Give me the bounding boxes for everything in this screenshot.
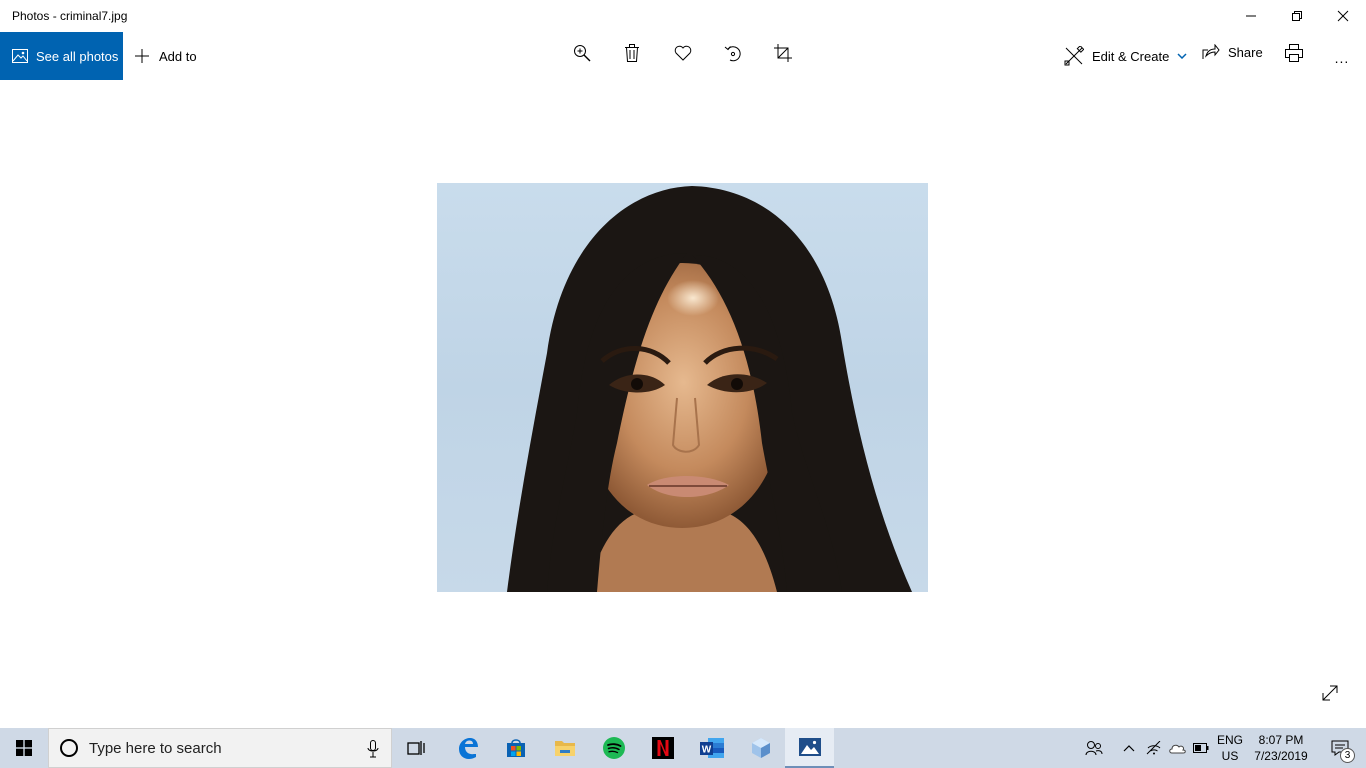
share-icon	[1202, 44, 1220, 59]
minimize-icon	[1246, 15, 1256, 17]
minimize-button[interactable]	[1228, 0, 1274, 32]
clock-date: 7/23/2019	[1254, 749, 1308, 763]
cortana-icon	[60, 739, 78, 757]
cloud-icon	[1169, 744, 1186, 754]
add-to-button[interactable]: Add to	[134, 32, 197, 80]
store-button[interactable]	[491, 728, 540, 768]
delete-icon	[625, 44, 639, 62]
language-code: ENG	[1216, 733, 1243, 747]
taskbar-search-box[interactable]: Type here to search	[48, 728, 392, 768]
title-bar: Photos - criminal7.jpg	[0, 0, 1366, 32]
battery-icon	[1193, 743, 1209, 753]
more-options-button[interactable]: ...	[1330, 46, 1354, 70]
edit-create-label: Edit & Create	[1092, 48, 1170, 64]
rotate-icon	[724, 46, 741, 62]
full-screen-button[interactable]	[1319, 682, 1341, 704]
expand-icon	[1322, 685, 1338, 701]
netflix-icon	[651, 737, 674, 759]
photos-icon	[798, 738, 821, 756]
start-button[interactable]	[0, 728, 48, 768]
favorite-button[interactable]	[667, 40, 699, 66]
show-hidden-icons-button[interactable]	[1118, 728, 1140, 768]
share-button[interactable]: Share	[1202, 32, 1263, 72]
restore-button[interactable]	[1274, 0, 1320, 32]
edge-icon	[458, 738, 478, 759]
wifi-icon	[1146, 741, 1161, 755]
notification-count-badge: 3	[1340, 748, 1355, 763]
taskbar-clock[interactable]: 8:07 PM 7/23/2019	[1250, 732, 1312, 764]
see-all-photos-label: See all photos	[36, 48, 119, 64]
edit-create-button[interactable]: Edit & Create	[1064, 32, 1187, 80]
word-icon: W	[699, 738, 724, 758]
chevron-down-icon	[1177, 53, 1187, 59]
box-app-button[interactable]	[736, 728, 785, 768]
edit-pen-icon	[1064, 46, 1084, 66]
word-button[interactable]: W	[687, 728, 736, 768]
see-all-photos-button[interactable]: See all photos	[0, 32, 123, 80]
box-app-icon	[751, 738, 770, 758]
people-button[interactable]	[1082, 728, 1106, 768]
rotate-button[interactable]	[717, 40, 749, 66]
file-explorer-icon	[554, 741, 575, 756]
task-view-button[interactable]	[392, 728, 441, 768]
restore-icon	[1292, 11, 1302, 21]
onedrive-button[interactable]	[1166, 728, 1188, 768]
taskbar: Type here to search W ENG US 8:07 PM 7/2…	[0, 728, 1366, 768]
spotify-icon	[602, 737, 625, 759]
region-code: US	[1221, 749, 1239, 763]
favorite-icon	[674, 45, 692, 61]
input-language-indicator[interactable]: ENG US	[1212, 732, 1248, 764]
photos-taskbar-button[interactable]	[785, 728, 834, 768]
share-label: Share	[1228, 44, 1263, 60]
store-icon	[506, 739, 525, 757]
photo-toolbar: See all photos Add to Edit & Create Shar…	[0, 32, 1366, 80]
portrait-photo[interactable]	[437, 183, 928, 592]
file-explorer-button[interactable]	[540, 728, 589, 768]
action-center-button[interactable]: 3	[1320, 728, 1360, 768]
task-view-icon	[406, 741, 425, 755]
wifi-button[interactable]	[1144, 728, 1164, 768]
add-to-label: Add to	[159, 48, 197, 64]
edge-button[interactable]	[443, 728, 492, 768]
zoom-button[interactable]	[566, 40, 598, 66]
close-icon	[1337, 10, 1349, 22]
crop-button[interactable]	[767, 40, 799, 66]
zoom-icon	[574, 45, 591, 62]
microphone-icon[interactable]	[367, 740, 379, 758]
print-icon	[1285, 44, 1303, 62]
clock-time: 8:07 PM	[1258, 733, 1304, 747]
search-placeholder: Type here to search	[89, 739, 222, 757]
close-button[interactable]	[1320, 0, 1366, 32]
portrait-image	[507, 186, 912, 592]
chevron-up-icon	[1123, 745, 1135, 752]
photos-app-icon	[12, 49, 28, 63]
spotify-button[interactable]	[589, 728, 638, 768]
crop-icon	[774, 44, 792, 62]
print-button[interactable]	[1283, 40, 1305, 66]
svg-text:W: W	[701, 745, 711, 756]
netflix-button[interactable]	[638, 728, 687, 768]
battery-button[interactable]	[1190, 728, 1212, 768]
windows-logo-icon	[16, 740, 32, 756]
people-icon	[1085, 741, 1103, 756]
window-title: Photos - criminal7.jpg	[12, 9, 128, 23]
delete-button[interactable]	[616, 40, 648, 66]
plus-icon	[135, 49, 149, 63]
